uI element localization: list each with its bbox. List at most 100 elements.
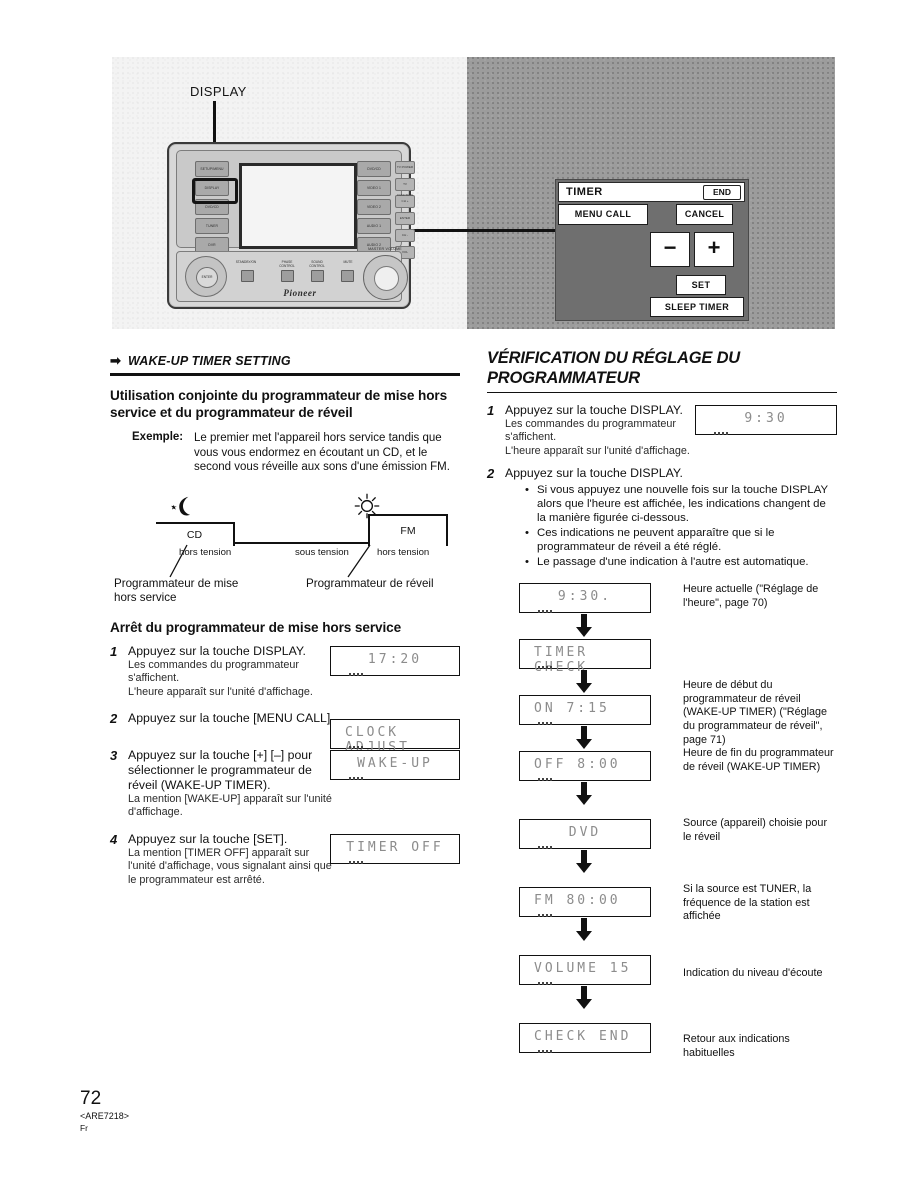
flow-note-6: Si la source est TUNER, la fréquence de … [683,883,812,923]
down-arrow-icon [576,782,592,806]
receiver-screen [239,163,357,249]
timeline-caption-right: Programmateur de réveil [306,576,434,590]
right-step-2-bullets: • Si vous appuyez une nouvelle fois sur l… [525,483,837,569]
right-step-2-title: Appuyez sur la touche DISPLAY. [505,466,683,481]
timeline-caption-left: Programmateur de mise hors service [114,576,239,604]
flow-note-5: Source (appareil) choisie pour le réveil [683,817,828,843]
bullet-text: Si vous appuyez une nouvelle fois sur la… [537,484,828,525]
osd-cancel-button[interactable]: CANCEL [676,204,733,225]
right-step-2: 2 Appuyez sur la touche DISPLAY. • Si vou… [487,466,837,569]
flow-note-1: Heure actuelle ("Réglage de l'heure", pa… [683,583,819,609]
left-step-2-number: 2 [110,711,118,726]
bullet-item: • Le passage d'une indication à l'autre e… [525,555,837,569]
timeline-diagram: CD FM hors tension sous tension hors ten… [110,489,460,604]
left-step-3-detail: La mention [WAKE-UP] apparaît sur l'unit… [128,793,332,819]
receiver-unit: SETUP/MENU DISPLAY DVD/CD TUNER DVR DVD/… [167,142,415,309]
osd-sleep-timer-button[interactable]: SLEEP TIMER [650,297,744,317]
flow-lcd-7: VOLUME 15 [519,955,651,986]
sound-control-label: SOUND CONTROL [309,260,325,268]
right-heading: VÉRIFICATION DU RÉGLAGE DU PROGRAMMATEUR [487,349,740,387]
standby-on-button [241,270,254,282]
right-step-1-lcd-text: 9:30 [744,411,788,426]
section-arrow-icon: ➡ [110,353,121,368]
osd-timer-menu: TIMER END MENU CALL CANCEL − + SET SLEEP… [555,179,749,321]
bullet-text: Le passage d'une indication à l'autre es… [537,556,809,569]
right-column: VÉRIFICATION DU RÉGLAGE DU PROGRAMMATEUR… [487,348,837,1069]
lcd-indicator [714,432,728,435]
bullet-item: • Ces indications ne peuvent apparaître q… [525,526,837,554]
dpad-control: ENTER [185,256,227,297]
right-step-1: 1 Appuyez sur la touche DISPLAY. Les com… [487,403,837,458]
left-step-4-number: 4 [110,831,118,847]
left-step-1-number: 1 [110,643,118,659]
down-arrow-icon [576,918,592,942]
flow-row-4: OFF 8:00 Heure de fin du programmateur d… [487,747,837,819]
left-step-3: 3 Appuyez sur la touche [+] [–] pour sél… [110,748,460,820]
flow-lcd-1-text: 9:30. [557,589,613,605]
section-header: ➡ WAKE-UP TIMER SETTING [110,352,460,376]
bullet-item: • Si vous appuyez une nouvelle fois sur l… [525,483,837,525]
left-step-4: 4 Appuyez sur la touche [SET]. La mentio… [110,832,460,887]
page-number: 72 [80,1088,102,1109]
flow-row-8: CHECK END Retour aux indications habitue… [487,1023,837,1069]
left-step-1-lcd-text: 17:20 [367,651,423,667]
example-text: Le premier met l'appareil hors service t… [194,432,450,474]
down-arrow-icon [576,986,592,1010]
flow-lcd-2: TIMER CHECK [519,639,651,675]
osd-end-button[interactable]: END [703,185,741,200]
flow-lcd-5-text: DVD [568,825,602,841]
osd-title-bar: TIMER END [558,182,745,202]
display-callout-label: DISPLAY [190,84,247,99]
bullet-dot-icon: • [525,527,529,540]
left-step-3-lcd-text: WAKE-UP [357,756,433,771]
down-arrow-icon [576,726,592,750]
timeline-leader-lines [169,544,371,578]
right-step-2-number: 2 [487,466,495,482]
top-illustration: DISPLAY SETUP/MENU DISPLAY DVD/CD TUNER … [112,57,835,329]
left-step-3-lcd: WAKE-UP [330,750,460,780]
left-step-4-lcd: TIMER OFF [330,833,460,864]
language-code: Fr [80,1123,88,1133]
receiver-upper-panel: SETUP/MENU DISPLAY DVD/CD TUNER DVR DVD/… [176,150,415,259]
flow-lcd-4: OFF 8:00 [519,751,651,782]
flow-lcd-8-text: CHECK END [534,1029,632,1045]
flow-lcd-6-text: FM 80:00 [534,893,621,909]
receiver-left-button-column: SETUP/MENU DISPLAY DVD/CD TUNER DVR [195,161,229,256]
lcd-indicator [538,778,552,782]
lcd-indicator [538,1050,552,1054]
osd-set-button[interactable]: SET [676,275,726,295]
receiver-right-button-column: DVD/CD VIDEO 1 VIDEO 2 AUDIO 1 AUDIO 2 [357,161,391,256]
osd-plus-button[interactable]: + [694,232,734,267]
flow-lcd-7-text: VOLUME 15 [534,961,632,977]
button-video-2: VIDEO 2 [357,199,391,215]
master-volume-knob-inner [374,266,399,291]
bullet-dot-icon: • [525,484,529,497]
left-step-2-lcd: CLOCK ADJUST [330,719,460,755]
flow-lcd-8: CHECK END [519,1023,651,1054]
right-step-1-title: Appuyez sur la touche DISPLAY. [505,403,683,417]
example-label: Exemple: [132,431,184,443]
button-video-1: VIDEO 1 [357,180,391,196]
receiver-lower-panel: ENTER STANDBY/ON PHASE CONTROL SOUND CON… [176,247,408,302]
osd-minus-button[interactable]: − [650,232,690,267]
right-step-1-detail: Les commandes du programmateur s'affiche… [505,418,690,457]
button-src-dvd-cd: DVD/CD [357,161,391,177]
button-setup-menu: SETUP/MENU [195,161,229,177]
phase-control-label: PHASE CONTROL [279,260,295,268]
phase-control-button [281,270,294,282]
pioneer-logo: Pioneer [283,288,317,298]
flow-note-8: Retour aux indications habituelles [683,1033,790,1059]
osd-title-text: TIMER [566,186,603,198]
lcd-indicator [538,846,552,850]
display-button-highlight [192,178,238,204]
bullet-text: Ces indications ne peuvent apparaître qu… [537,527,775,554]
right-heading-rule [487,392,837,393]
flow-note-7: Indication du niveau d'écoute [683,967,823,980]
document-code: <ARE7218> [80,1111,130,1121]
right-step-1-lcd: 9:30 [695,405,837,435]
osd-menu-call-button[interactable]: MENU CALL [558,204,648,225]
lcd-indicator [349,777,363,780]
lcd-indicator [538,722,552,726]
flow-note-4: Heure de fin du programmateur de réveil … [683,747,834,773]
flow-row-1: 9:30. Heure actuelle ("Réglage de l'heur… [487,583,837,639]
